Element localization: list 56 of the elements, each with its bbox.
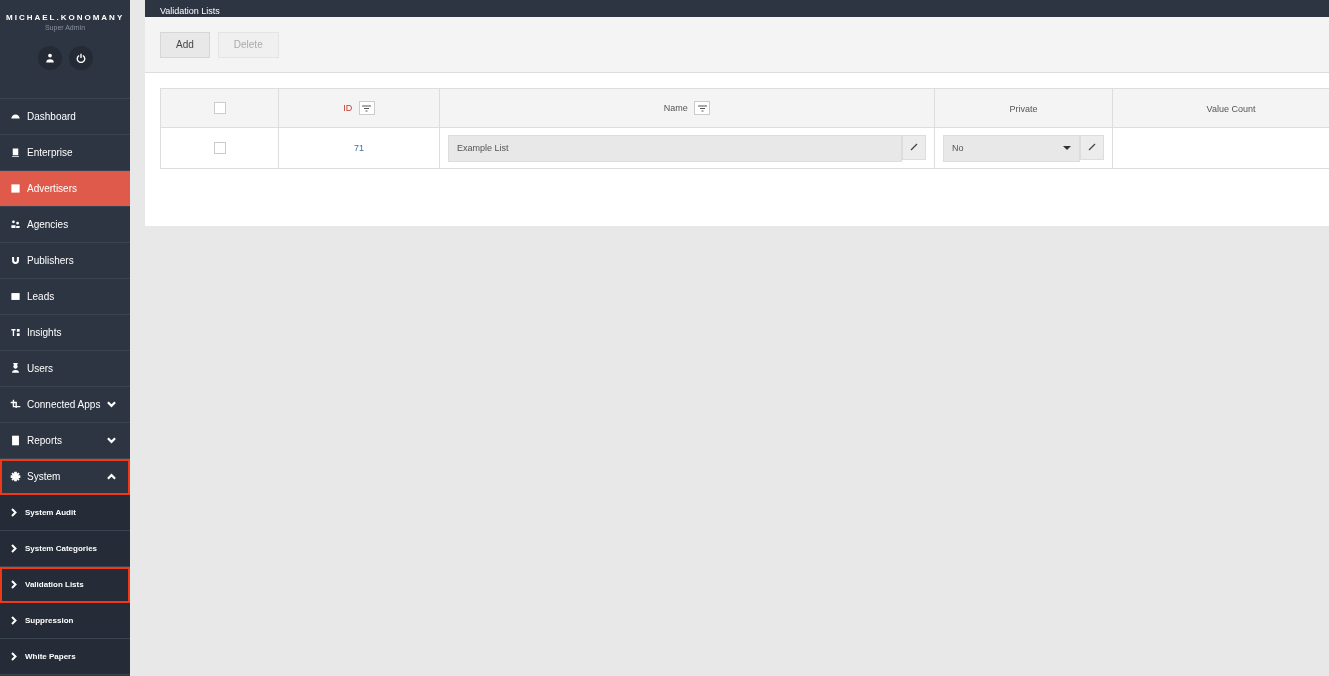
sidebar-subitem[interactable]: System Audit	[0, 495, 130, 531]
sidebar-item[interactable]: Reports	[0, 423, 130, 459]
crop-icon	[10, 399, 21, 410]
sidebar-item[interactable]: Leads	[0, 279, 130, 315]
logout-button[interactable]	[68, 46, 93, 70]
profile-button[interactable]	[37, 46, 62, 70]
user-icon	[10, 363, 21, 374]
people-icon	[10, 219, 21, 230]
table-cell: 71	[278, 127, 440, 169]
private-dropdown[interactable]: No	[943, 134, 1080, 162]
chevron-right-icon	[11, 616, 17, 625]
chevron-right-icon	[11, 580, 17, 589]
sidebar-subitem[interactable]: System Categories	[0, 531, 130, 567]
sidebar-item[interactable]: Dashboard	[0, 99, 130, 135]
row-checkbox[interactable]	[213, 142, 226, 154]
toolbar-button[interactable]: Add	[160, 31, 210, 58]
column-header: Private	[934, 88, 1113, 128]
edit-button[interactable]	[902, 134, 926, 160]
user-icon	[44, 53, 55, 63]
column-header: Value Count	[1112, 88, 1329, 128]
nodes-icon	[10, 327, 21, 338]
filter-button[interactable]	[694, 101, 711, 115]
pencil-icon	[910, 143, 918, 151]
edit-button[interactable]	[1080, 134, 1104, 160]
chevron-down-icon	[107, 437, 116, 444]
filter-icon	[362, 104, 372, 112]
building-icon	[10, 147, 21, 158]
sidebar-subitem[interactable]: Validation Lists	[0, 567, 130, 603]
sidebar-item[interactable]: Agencies	[0, 207, 130, 243]
filter-button[interactable]	[358, 101, 375, 115]
name-field[interactable]: Example List	[448, 134, 902, 162]
chevron-right-icon	[11, 544, 17, 553]
chevron-right-icon	[11, 508, 17, 517]
caret-icon	[1063, 145, 1071, 151]
pencil-icon	[1088, 143, 1096, 151]
sidebar-item[interactable]: System	[0, 459, 130, 495]
gear-icon	[10, 471, 21, 482]
sidebar-item[interactable]: Publishers	[0, 243, 130, 279]
sidebar-item[interactable]: Advertisers	[0, 171, 130, 207]
gauge-icon	[10, 111, 21, 122]
filter-icon	[697, 104, 707, 112]
chevron-up-icon	[107, 473, 116, 480]
sidebar-item[interactable]: Users	[0, 351, 130, 387]
power-icon	[75, 53, 86, 63]
sidebar-item[interactable]: Insights	[0, 315, 130, 351]
chevron-right-icon	[11, 652, 17, 661]
column-header: ID	[278, 88, 440, 128]
column-header: Name	[439, 88, 935, 128]
select-all-checkbox[interactable]	[213, 102, 226, 114]
page-title: Validation Lists	[160, 7, 220, 16]
user-name: MICHAEL.KONOMANY	[5, 13, 126, 22]
sidebar-item[interactable]: Connected Apps	[0, 387, 130, 423]
magnet-icon	[10, 255, 21, 266]
sidebar-subitem[interactable]: Suppression	[0, 603, 130, 639]
sidebar-subitem[interactable]: White Papers	[0, 639, 130, 675]
chevron-down-icon	[107, 401, 116, 408]
